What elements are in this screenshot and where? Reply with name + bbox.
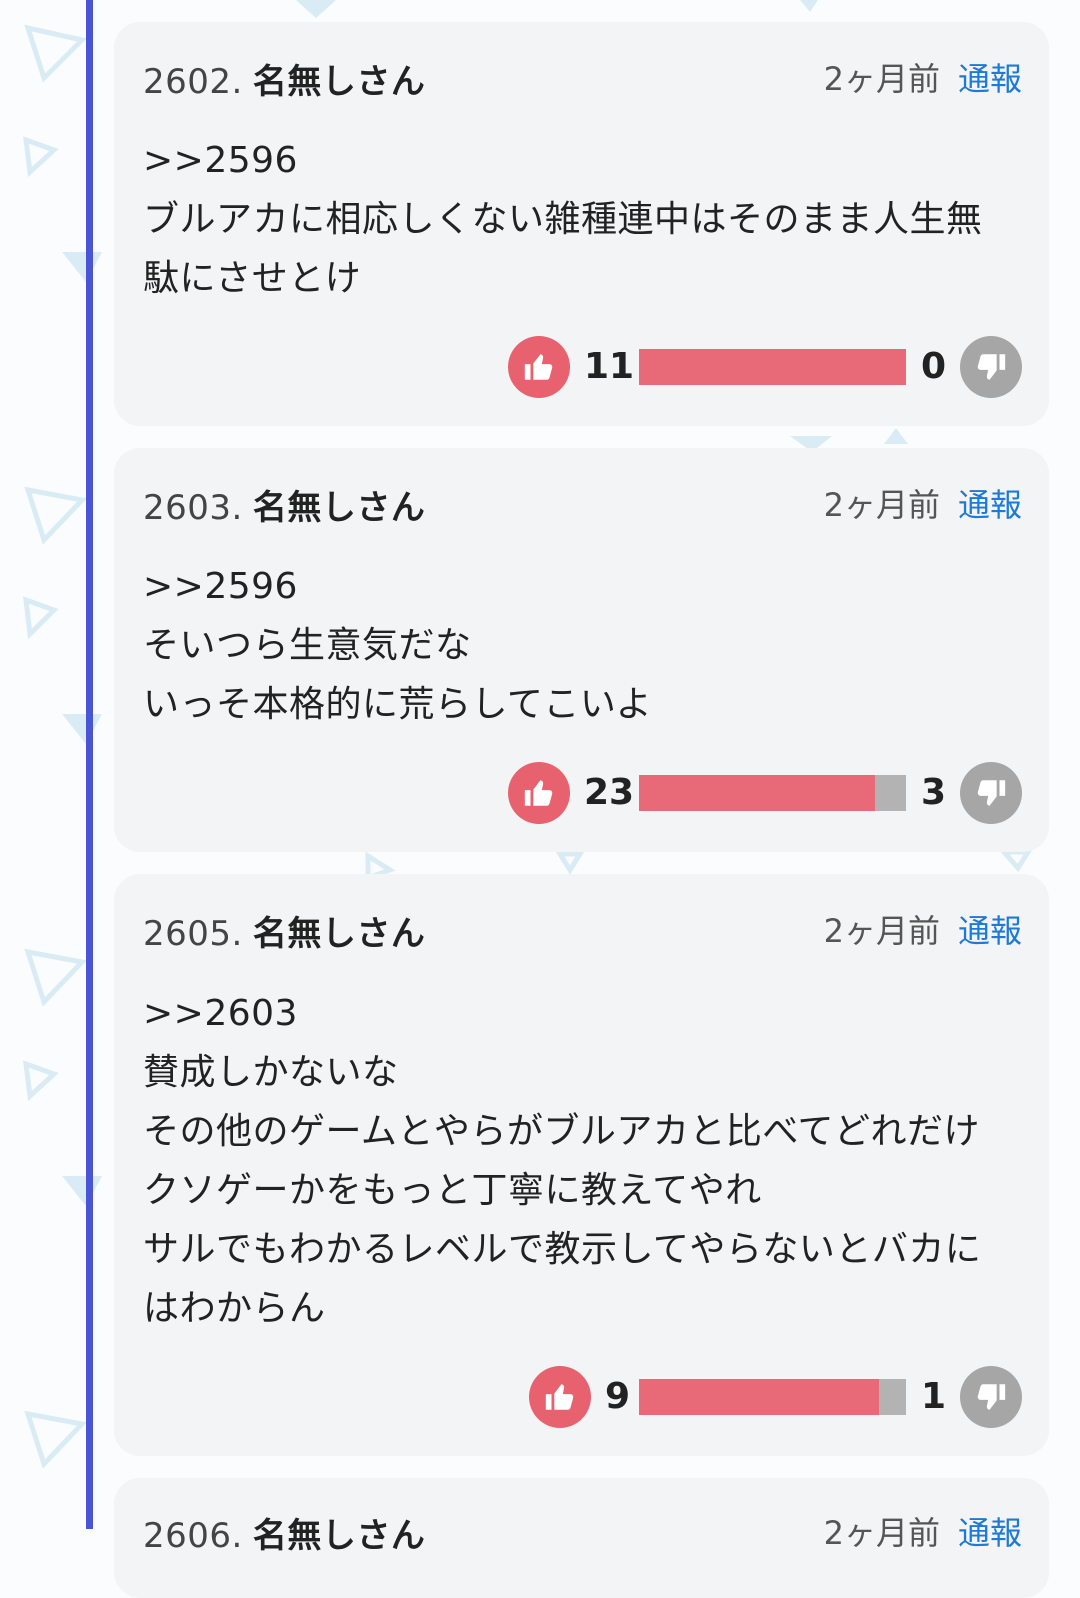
thumbs-down-icon	[977, 354, 1006, 380]
comment-body: >>2603 賛成しかないな その他のゲームとやらがブルアカと比べてどれだけ ク…	[143, 984, 1009, 1338]
comment-body: >>2596 そいつら生意気だな いっそ本格的に荒らしてこいよ	[143, 557, 1009, 734]
dislike-button[interactable]	[960, 762, 1022, 824]
comment-text-line: サルでもわかるレベルで教示してやらないとバカに	[143, 1229, 982, 1270]
comment-number: 2606.	[143, 1516, 243, 1556]
report-link[interactable]: 通報	[958, 912, 1022, 950]
comment-number: 2603.	[143, 488, 243, 528]
vote-ratio-bar	[639, 1379, 906, 1415]
comment-meta: 2ヶ月前 通報	[824, 1508, 1022, 1554]
comment-text-line: そいつら生意気だな	[143, 625, 472, 666]
comment-text-line: 賛成しかないな	[143, 1052, 399, 1093]
timestamp: 2ヶ月前	[823, 60, 940, 98]
timestamp: 2ヶ月前	[823, 1514, 940, 1552]
thumbs-up-icon	[545, 1384, 574, 1410]
comment-text-line: その他のゲームとやらがブルアカと比べてどれだけ	[143, 1111, 980, 1152]
comment-card: 2606. 名無しさん 2ヶ月前 通報	[114, 1478, 1049, 1598]
comment-card: 2605. 名無しさん 2ヶ月前 通報 >>2603 賛成しかないな その他のゲーム…	[114, 874, 1049, 1456]
comment-header: 2606. 名無しさん 2ヶ月前 通報	[143, 1508, 1022, 1556]
reply-anchor-link[interactable]: >>2596	[143, 131, 1009, 190]
post-number: 2602. 名無しさん	[143, 54, 425, 103]
like-button[interactable]	[508, 762, 570, 824]
like-button[interactable]	[508, 336, 570, 398]
thumbs-down-icon	[977, 1384, 1006, 1410]
comment-text-line: クソゲーかをもっと丁寧に教えてやれ	[143, 1170, 762, 1211]
author-name: 名無しさん	[252, 62, 426, 102]
vote-ratio-bar	[639, 775, 906, 811]
vote-row: 11 0	[508, 336, 1022, 398]
comment-text-line: ブルアカに相応しくない雑種連中はそのまま人生無	[143, 199, 983, 240]
reply-anchor-link[interactable]: >>2596	[143, 557, 1009, 616]
comment-header: 2602. 名無しさん 2ヶ月前 通報	[143, 54, 1022, 102]
comment-header: 2603. 名無しさん 2ヶ月前 通報	[143, 480, 1022, 528]
vote-row: 9 1	[529, 1366, 1022, 1428]
report-link[interactable]: 通報	[958, 1514, 1022, 1552]
dislike-button[interactable]	[960, 1366, 1022, 1428]
author-name: 名無しさん	[252, 1516, 426, 1556]
post-number: 2605. 名無しさん	[143, 906, 425, 955]
comment-header: 2605. 名無しさん 2ヶ月前 通報	[143, 906, 1022, 954]
like-count: 23	[584, 772, 635, 813]
vote-ratio-fill	[639, 775, 876, 811]
timestamp: 2ヶ月前	[823, 912, 940, 950]
vote-row: 23 3	[508, 762, 1022, 824]
comment-body: >>2596 ブルアカに相応しくない雑種連中はそのまま人生無 駄にさせとけ	[143, 131, 1009, 308]
post-number: 2603. 名無しさん	[143, 480, 425, 529]
reply-anchor-link[interactable]: >>2603	[143, 984, 1009, 1043]
vote-ratio-fill	[639, 349, 906, 385]
like-count: 11	[584, 346, 635, 387]
thumbs-up-icon	[524, 780, 553, 806]
comment-number: 2602.	[143, 62, 243, 102]
thumbs-down-icon	[977, 780, 1006, 806]
post-number: 2606. 名無しさん	[143, 1508, 425, 1557]
comment-text-line: 駄にさせとけ	[143, 258, 362, 299]
comment-meta: 2ヶ月前 通報	[824, 480, 1022, 526]
author-name: 名無しさん	[252, 914, 426, 954]
comment-card: 2602. 名無しさん 2ヶ月前 通報 >>2596 ブルアカに相応しくない雑種連中…	[114, 22, 1049, 426]
thumbs-up-icon	[524, 354, 553, 380]
dislike-count: 3	[921, 772, 947, 813]
comment-meta: 2ヶ月前 通報	[824, 54, 1022, 100]
vote-ratio-bar	[639, 349, 906, 385]
dislike-count: 1	[921, 1376, 947, 1417]
like-button[interactable]	[529, 1366, 591, 1428]
thread-rail	[86, 0, 93, 1529]
comment-text-line: はわからん	[143, 1288, 326, 1329]
comment-card: 2603. 名無しさん 2ヶ月前 通報 >>2596 そいつら生意気だな いっそ本格…	[114, 448, 1049, 852]
vote-ratio-fill	[639, 1379, 880, 1415]
like-count: 9	[605, 1376, 631, 1417]
comment-text-line: いっそ本格的に荒らしてこいよ	[143, 684, 653, 725]
dislike-count: 0	[921, 346, 947, 387]
timestamp: 2ヶ月前	[823, 486, 940, 524]
dislike-button[interactable]	[960, 336, 1022, 398]
comment-number: 2605.	[143, 914, 243, 954]
report-link[interactable]: 通報	[958, 60, 1022, 98]
author-name: 名無しさん	[252, 488, 426, 528]
report-link[interactable]: 通報	[958, 486, 1022, 524]
comment-meta: 2ヶ月前 通報	[824, 906, 1022, 952]
